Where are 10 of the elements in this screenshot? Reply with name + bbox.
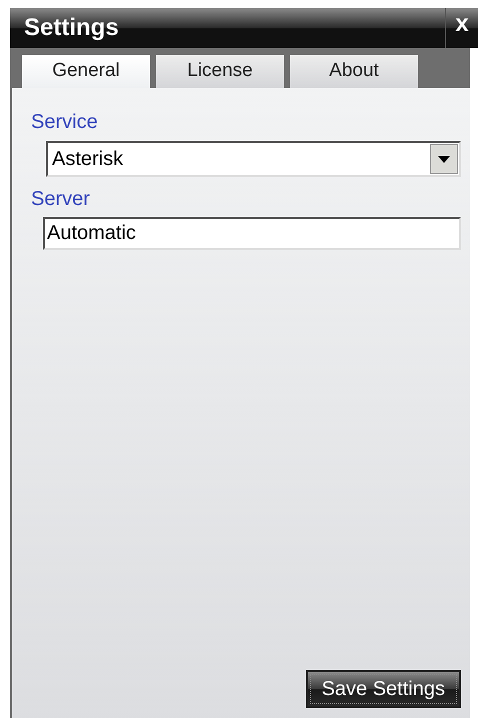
service-dropdown[interactable]: Asterisk [46, 141, 461, 177]
dropdown-value: Asterisk [51, 147, 124, 172]
window-title: Settings [23, 13, 120, 43]
server-field[interactable]: Automatic [43, 217, 461, 250]
field-label: Server [31, 187, 91, 211]
save-button[interactable]: Save Settings [306, 670, 461, 708]
tab[interactable]: About [290, 55, 418, 88]
field-label: Service [31, 110, 99, 134]
tab[interactable]: General [22, 55, 150, 88]
tab[interactable]: License [156, 55, 284, 88]
